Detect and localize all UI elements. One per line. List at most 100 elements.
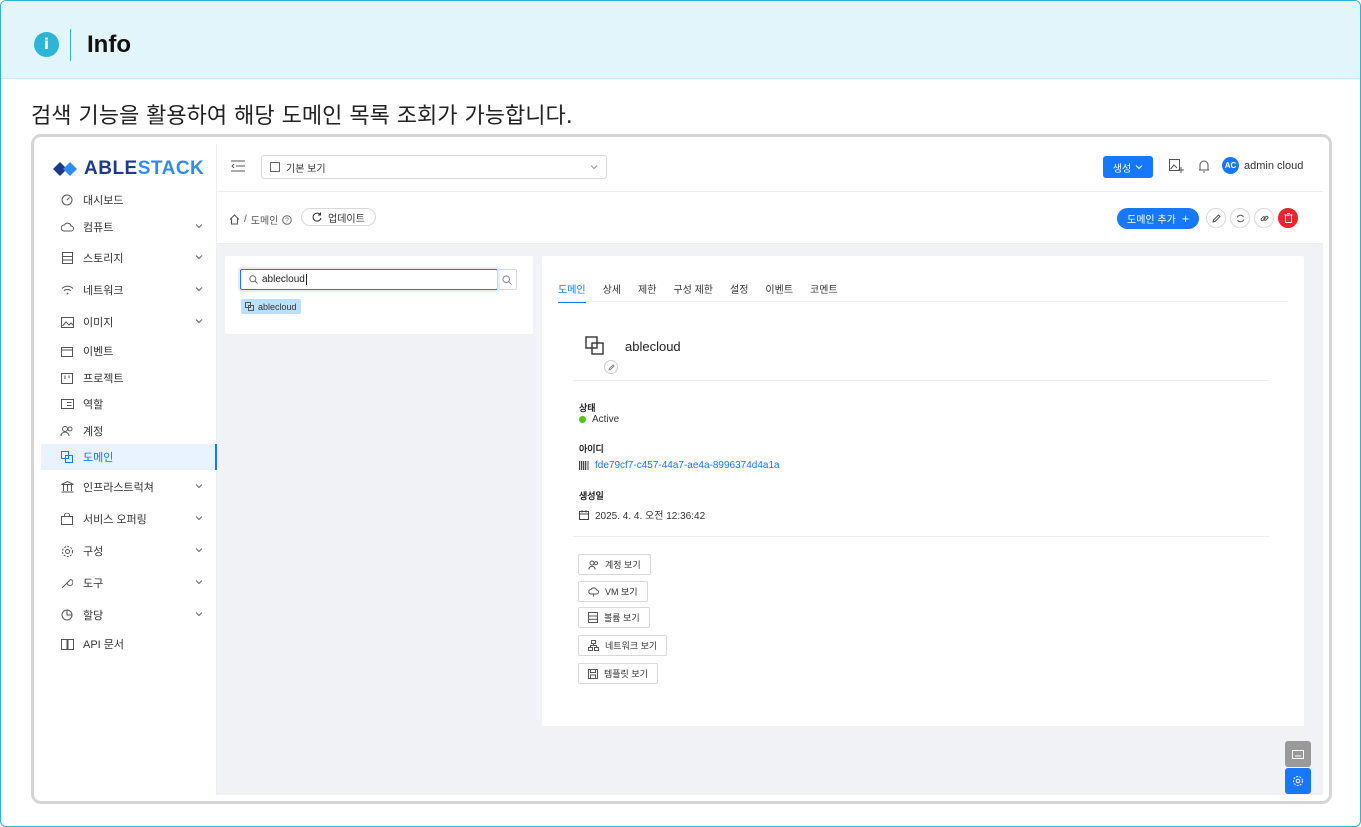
avatar[interactable]: AC xyxy=(1222,157,1239,174)
chevron-down-icon xyxy=(195,287,203,292)
sidebar-item-dashboard[interactable]: 대시보드 xyxy=(41,187,217,213)
breadcrumb: / 도메인 ? xyxy=(229,212,293,227)
view-select[interactable]: 기본 보기 xyxy=(261,155,607,179)
sidebar-item-role[interactable]: 역할 xyxy=(41,391,217,417)
view-networks-label: 네트워크 보기 xyxy=(605,641,658,651)
sync-icon xyxy=(1236,214,1244,222)
sidebar-item-tools[interactable]: 도구 xyxy=(41,570,217,596)
info-title: Info xyxy=(87,31,131,58)
menu-fold-icon[interactable] xyxy=(231,160,245,172)
app-window: ABLESTACK 대시보드 컴퓨트 스토리지 네트워크 이미지 이벤트 프로젝… xyxy=(41,144,1323,795)
chevron-down-icon xyxy=(195,580,203,585)
create-button[interactable]: 생성 xyxy=(1103,156,1153,178)
svg-text:?: ? xyxy=(285,217,289,224)
chevron-down-icon xyxy=(195,612,203,617)
edit-name-button[interactable] xyxy=(604,360,618,374)
info-callout: i Info 검색 기능을 활용하여 해당 도메인 목록 조회가 가능합니다. … xyxy=(0,0,1361,827)
detail-tabs: 도메인 상세 제한 구성 제한 설정 이벤트 코멘트 xyxy=(558,281,838,303)
domain-icon xyxy=(60,450,74,464)
tab-settings[interactable]: 설정 xyxy=(730,281,748,303)
tab-configuration-limits[interactable]: 구성 제한 xyxy=(673,281,713,303)
domain-icon xyxy=(245,302,254,311)
delete-button[interactable] xyxy=(1278,208,1298,228)
home-icon[interactable] xyxy=(229,214,240,225)
search-input[interactable]: ablecloud xyxy=(240,269,498,290)
sidebar-item-label: 컴퓨트 xyxy=(83,222,114,234)
create-button-label: 생성 xyxy=(1112,163,1132,175)
sidebar-item-label: 역할 xyxy=(83,399,104,411)
sidebar-item-service-offering[interactable]: 서비스 오퍼링 xyxy=(41,506,217,532)
chevron-down-icon xyxy=(195,484,203,489)
settings-fab-button[interactable] xyxy=(1285,768,1311,794)
sidebar-item-account[interactable]: 계정 xyxy=(41,418,217,444)
sidebar-item-image[interactable]: 이미지 xyxy=(41,309,217,335)
view-vms-button[interactable]: VM 보기 xyxy=(578,581,648,602)
image-add-icon[interactable] xyxy=(1168,158,1184,174)
refresh-button-label: 업데이트 xyxy=(328,213,365,225)
view-volumes-button[interactable]: 볼륨 보기 xyxy=(578,607,650,628)
bank-icon xyxy=(60,480,74,494)
domain-tree-panel: ablecloud ablecloud xyxy=(225,256,533,334)
sidebar-item-label: API 문서 xyxy=(83,639,125,651)
bell-icon[interactable] xyxy=(1196,158,1212,174)
sidebar-item-domain[interactable]: 도메인 xyxy=(41,444,217,470)
sidebar-item-event[interactable]: 이벤트 xyxy=(41,338,217,364)
chevron-down-icon xyxy=(195,224,203,229)
keyboard-shortcut-button[interactable] xyxy=(1285,741,1311,767)
domain-name: ablecloud xyxy=(625,339,681,354)
event-icon xyxy=(60,344,74,358)
sidebar-item-label: 스토리지 xyxy=(83,253,124,265)
sidebar-item-network[interactable]: 네트워크 xyxy=(41,277,217,303)
top-bar: 기본 보기 생성 AC admin cloud xyxy=(217,144,1323,192)
id-text[interactable]: fde79cf7-c457-44a7-ae4a-8996374d4a1a xyxy=(595,460,780,471)
tab-domain[interactable]: 도메인 xyxy=(558,281,586,303)
sidebar-item-quota[interactable]: 할당 xyxy=(41,602,217,628)
link-button[interactable] xyxy=(1254,208,1274,228)
view-networks-button[interactable]: 네트워크 보기 xyxy=(578,635,668,656)
sidebar-item-compute[interactable]: 컴퓨트 xyxy=(41,214,217,240)
question-circle-icon[interactable]: ? xyxy=(282,214,293,225)
search-button[interactable] xyxy=(497,269,517,290)
id-value[interactable]: fde79cf7-c457-44a7-ae4a-8996374d4a1a xyxy=(579,460,780,471)
domain-icon xyxy=(585,336,604,355)
screenshot-frame: ABLESTACK 대시보드 컴퓨트 스토리지 네트워크 이미지 이벤트 프로젝… xyxy=(31,134,1332,804)
sidebar-item-storage[interactable]: 스토리지 xyxy=(41,245,217,271)
layout-icon xyxy=(270,162,280,172)
search-icon xyxy=(249,275,258,284)
sidebar-item-label: 계정 xyxy=(83,426,104,438)
sidebar-item-project[interactable]: 프로젝트 xyxy=(41,365,217,391)
ablestack-logo[interactable]: ABLESTACK xyxy=(51,158,204,180)
view-accounts-label: 계정 보기 xyxy=(605,560,641,570)
breadcrumb-bar: / 도메인 ? 업데이트 도메인 추가 + xyxy=(217,192,1323,244)
tree-node-ablecloud[interactable]: ablecloud xyxy=(241,299,301,314)
tab-details[interactable]: 상세 xyxy=(603,281,621,303)
sidebar-item-api-docs[interactable]: API 문서 xyxy=(41,631,217,657)
project-icon xyxy=(60,371,74,385)
image-icon xyxy=(60,315,74,329)
user-name[interactable]: admin cloud xyxy=(1244,160,1303,172)
view-accounts-button[interactable]: 계정 보기 xyxy=(578,554,651,575)
view-templates-button[interactable]: 템플릿 보기 xyxy=(578,663,658,684)
sidebar-item-label: 할당 xyxy=(83,610,104,622)
tab-events[interactable]: 이벤트 xyxy=(765,281,793,303)
info-divider xyxy=(70,29,71,61)
tab-limits[interactable]: 제한 xyxy=(638,281,656,303)
tab-comments[interactable]: 코멘트 xyxy=(810,281,838,303)
view-templates-label: 템플릿 보기 xyxy=(604,669,648,679)
edit-button[interactable] xyxy=(1206,208,1226,228)
add-domain-button[interactable]: 도메인 추가 + xyxy=(1117,208,1200,229)
sidebar-item-label: 이벤트 xyxy=(83,346,114,358)
id-label: 아이디 xyxy=(579,444,604,454)
link-icon xyxy=(1260,215,1268,221)
account-icon xyxy=(60,424,74,438)
refresh-button[interactable]: 업데이트 xyxy=(301,208,376,226)
tree-node-label: ablecloud xyxy=(258,301,297,312)
account-icon xyxy=(588,560,599,570)
sidebar-item-label: 대시보드 xyxy=(83,195,124,207)
sidebar-item-label: 이미지 xyxy=(83,317,114,329)
sidebar-item-label: 서비스 오퍼링 xyxy=(83,514,147,526)
view-select-value: 기본 보기 xyxy=(286,163,326,175)
sidebar-item-configuration[interactable]: 구성 xyxy=(41,538,217,564)
sync-button[interactable] xyxy=(1230,208,1250,228)
sidebar-item-infrastructure[interactable]: 인프라스트럭쳐 xyxy=(41,474,217,500)
